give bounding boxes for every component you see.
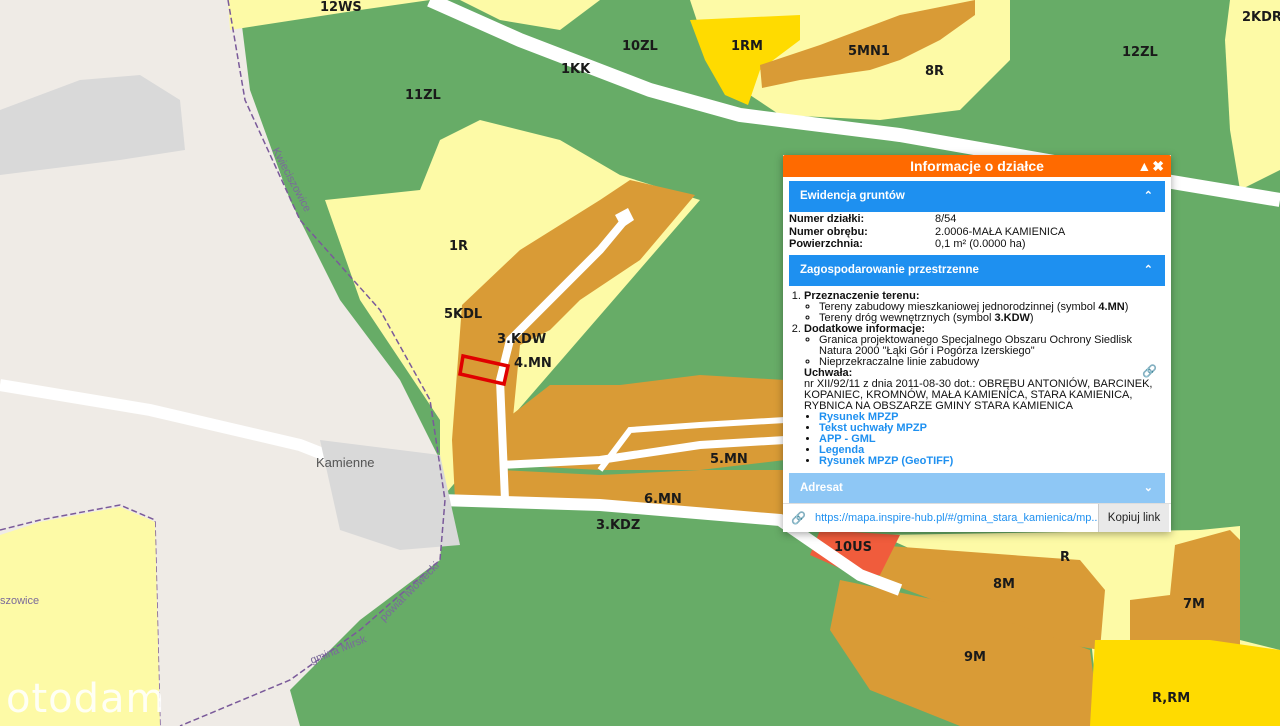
close-icon[interactable]: ✖ [1152,158,1165,174]
label-3kdz: 3.KDZ [596,518,640,533]
dodatkowe-item: Granica projektowanego Specjalnego Obsza… [819,334,1165,357]
label-12ws: 12WS [320,0,362,15]
dodatkowe-title: Dodatkowe informacje: [804,322,926,335]
row-numer-dzialki: Numer działki: 8/54 [789,213,957,225]
label-9m: 9M [964,650,986,665]
label-12zl: 12ZL [1122,45,1158,60]
copy-link-button[interactable]: Kopiuj link [1098,504,1169,532]
panel-footer: 🔗 https://mapa.inspire-hub.pl/#/gmina_st… [783,503,1171,532]
label-1r: 1R [449,239,468,254]
label-3kdw: 3.KDW [497,332,546,347]
label-8m: 8M [993,577,1015,592]
share-url[interactable]: https://mapa.inspire-hub.pl/#/gmina_star… [815,512,1098,524]
label-10zl: 10ZL [622,39,658,54]
chevron-up-icon[interactable]: ⌃ [1144,181,1153,212]
chevron-down-icon[interactable]: ⌄ [1144,473,1153,504]
panel-header: Informacje o działce ▲✖ [783,155,1171,177]
place-kwieciszowice-cut: szowice [0,595,39,607]
section-adresat[interactable]: Adresat ⌄ [789,473,1165,504]
label-8r: 8R [925,64,944,79]
label-r-rm: R,RM [1152,691,1190,706]
uchwala-block: 🔗 Uchwała: nr XII/92/11 z dnia 2011-08-3… [804,365,1165,467]
uchwala-text: nr XII/92/11 z dnia 2011-08-30 dot.: OBR… [804,377,1153,412]
section-ewidencja-title: Ewidencja gruntów [800,190,905,202]
uchwala-title: Uchwała: [804,366,853,379]
watermark-logo: otodam [6,676,166,722]
row-numer-obrebu: Numer obrębu: 2.0006-MAŁA KAMIENICA [789,225,1066,238]
row-powierzchnia: Powierzchnia: 0,1 m² (0.0000 ha) [789,238,1026,250]
label-2kdr: 2KDR [1242,10,1280,25]
label-6mn: 6.MN [644,492,682,507]
section-zagospodarowanie[interactable]: Zagospodarowanie przestrzenne ⌃ [789,254,1165,286]
place-kamienne: Kamienne [316,455,375,470]
chevron-up-icon[interactable]: ⌃ [1144,255,1153,286]
label-1kk: 1KK [561,62,591,77]
ewidencja-rows: Numer działki: 8/54 Numer obrębu: 2.0006… [789,213,1171,251]
label-5mn: 5.MN [710,452,748,467]
zone-r-rm[interactable] [1090,640,1280,726]
label-1rm: 1RM [731,39,763,54]
panel-title: Informacje o działce [910,158,1044,174]
label-4mn: 4.MN [514,356,552,371]
label-5kdl: 5KDL [444,307,482,322]
link-rysunek-geotiff[interactable]: Rysunek MPZP (GeoTIFF) [819,455,953,467]
section-zagospodarowanie-title: Zagospodarowanie przestrzenne [800,263,979,276]
section-adresat-title: Adresat [800,482,843,494]
link-icon[interactable]: 🔗 [1142,365,1157,377]
collapse-icon[interactable]: ▲ [1137,158,1152,174]
label-7m: 7M [1183,597,1205,612]
section-ewidencja[interactable]: Ewidencja gruntów ⌃ [789,181,1165,212]
plan-info: Przeznaczenie terenu: Tereny zabudowy mi… [790,290,1165,467]
label-r: R [1060,550,1070,565]
parcel-info-panel: Informacje o działce ▲✖ Ewidencja gruntó… [783,155,1171,532]
link-icon: 🔗 [791,511,806,525]
dodatkowe-item: Nieprzekraczalne linie zabudowy [819,356,1165,368]
label-10us: 10US [834,540,872,555]
label-5mn1: 5MN1 [848,44,890,59]
label-11zl: 11ZL [405,88,441,103]
